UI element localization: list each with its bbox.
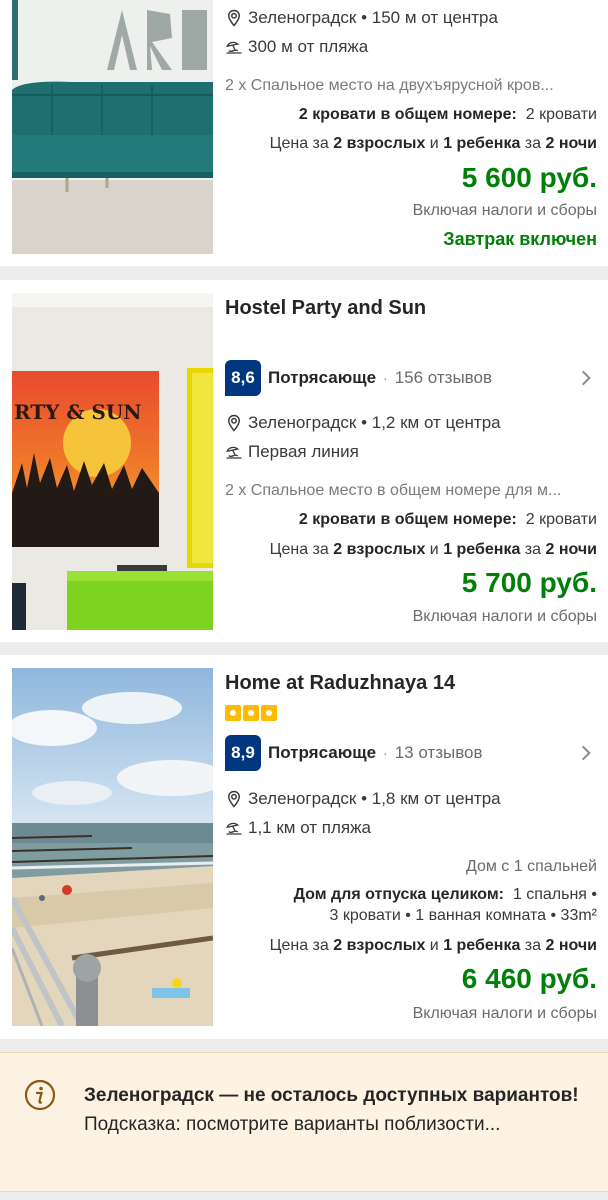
beach-umbrella-icon [226, 822, 242, 835]
taxes-note: Включая налоги и сборы [412, 202, 597, 219]
room-type: 2 x Спальное место в общем номере для м.… [225, 482, 562, 499]
rating-word: Потрясающе [268, 743, 377, 762]
rating-row[interactable]: 8,6 Потрясающе · 156 отзывов [225, 360, 608, 396]
hotel-card-1[interactable]: Зеленоградск • 150 м от центра 300 м от … [0, 0, 608, 266]
hotel-photo-3[interactable] [12, 668, 213, 1026]
breakfast-badge: Завтрак включен [443, 229, 597, 249]
price-for-guests: Цена за 2 взрослых и 1 ребенка за 2 ночи [269, 937, 597, 954]
taxes-note: Включая налоги и сборы [412, 608, 597, 625]
taxes-note: Включая налоги и сборы [412, 1005, 597, 1022]
hotel-photo-1[interactable] [12, 0, 213, 254]
beach-line: 1,1 км от пляжа [225, 818, 597, 838]
info-circle-icon [24, 1079, 56, 1111]
beach-umbrella-icon [226, 446, 242, 459]
hotel-photo-2[interactable]: RTY & SUN [12, 293, 213, 630]
price: 6 460 руб. [461, 963, 597, 994]
beach-text: 1,1 км от пляжа [248, 818, 371, 837]
map-pin-icon [227, 9, 241, 27]
beach-text: Первая линия [248, 442, 359, 461]
star-rating [225, 705, 277, 721]
map-pin-icon [227, 414, 241, 432]
rating-word: Потрясающе [268, 368, 377, 387]
location-text: Зеленоградск • 150 м от центра [248, 8, 498, 27]
review-count: 156 отзывов [394, 368, 492, 387]
price: 5 600 руб. [461, 162, 597, 193]
bed-config: Дом для отпуска целиком: 1 спальня • [293, 886, 597, 903]
star-icon [243, 705, 259, 721]
star-icon [261, 705, 277, 721]
hotel-title[interactable]: Hostel Party and Sun [225, 297, 426, 320]
no-availability-notice[interactable]: Зеленоградск — не осталось доступных вар… [0, 1052, 608, 1192]
bed-config: 2 кровати в общем номере: 2 кровати [298, 511, 597, 528]
room-type: 2 x Спальное место на двухъярусной кров.… [225, 77, 554, 94]
notice-hint: Подсказка: посмотрите варианты поблизост… [84, 1114, 501, 1135]
property-type: Дом с 1 спальней [465, 858, 597, 875]
beach-umbrella-icon [226, 41, 242, 54]
location-text: Зеленоградск • 1,2 км от центра [248, 413, 501, 432]
rating-row[interactable]: 8,9 Потрясающе · 13 отзывов [225, 735, 608, 771]
beach-line: Первая линия [225, 442, 597, 462]
star-icon [225, 705, 241, 721]
location-line: Зеленоградск • 150 м от центра [225, 8, 597, 28]
bed-config: 2 кровати в общем номере: 2 кровати [298, 106, 597, 123]
location-line: Зеленоградск • 1,8 км от центра [225, 789, 597, 809]
review-score: 8,6 [225, 360, 261, 396]
notice-text: Зеленоградск — не осталось доступных вар… [84, 1081, 584, 1139]
photo-sign-text: RTY & SUN [14, 400, 142, 424]
beach-text: 300 м от пляжа [248, 37, 369, 56]
price-for-guests: Цена за 2 взрослых и 1 ребенка за 2 ночи [269, 135, 597, 152]
bed-config-details: 3 кровати • 1 ванная комната • 33m² [329, 907, 597, 924]
map-pin-icon [227, 790, 241, 808]
review-score: 8,9 [225, 735, 261, 771]
location-text: Зеленоградск • 1,8 км от центра [248, 789, 501, 808]
location-line: Зеленоградск • 1,2 км от центра [225, 413, 597, 433]
hotel-card-3[interactable]: Home at Raduzhnaya 14 8,9 Потрясающе · 1… [0, 655, 608, 1039]
review-count: 13 отзывов [394, 743, 483, 762]
beach-line: 300 м от пляжа [225, 37, 597, 57]
notice-bold: Зеленоградск — не осталось доступных вар… [84, 1085, 579, 1106]
price-for-guests: Цена за 2 взрослых и 1 ребенка за 2 ночи [269, 541, 597, 558]
hotel-card-2[interactable]: RTY & SUN Hostel Party and Sun 8,6 Потря… [0, 280, 608, 642]
chevron-right-icon[interactable] [576, 368, 596, 388]
price: 5 700 руб. [461, 567, 597, 598]
hotel-title[interactable]: Home at Raduzhnaya 14 [225, 672, 455, 695]
chevron-right-icon[interactable] [576, 743, 596, 763]
